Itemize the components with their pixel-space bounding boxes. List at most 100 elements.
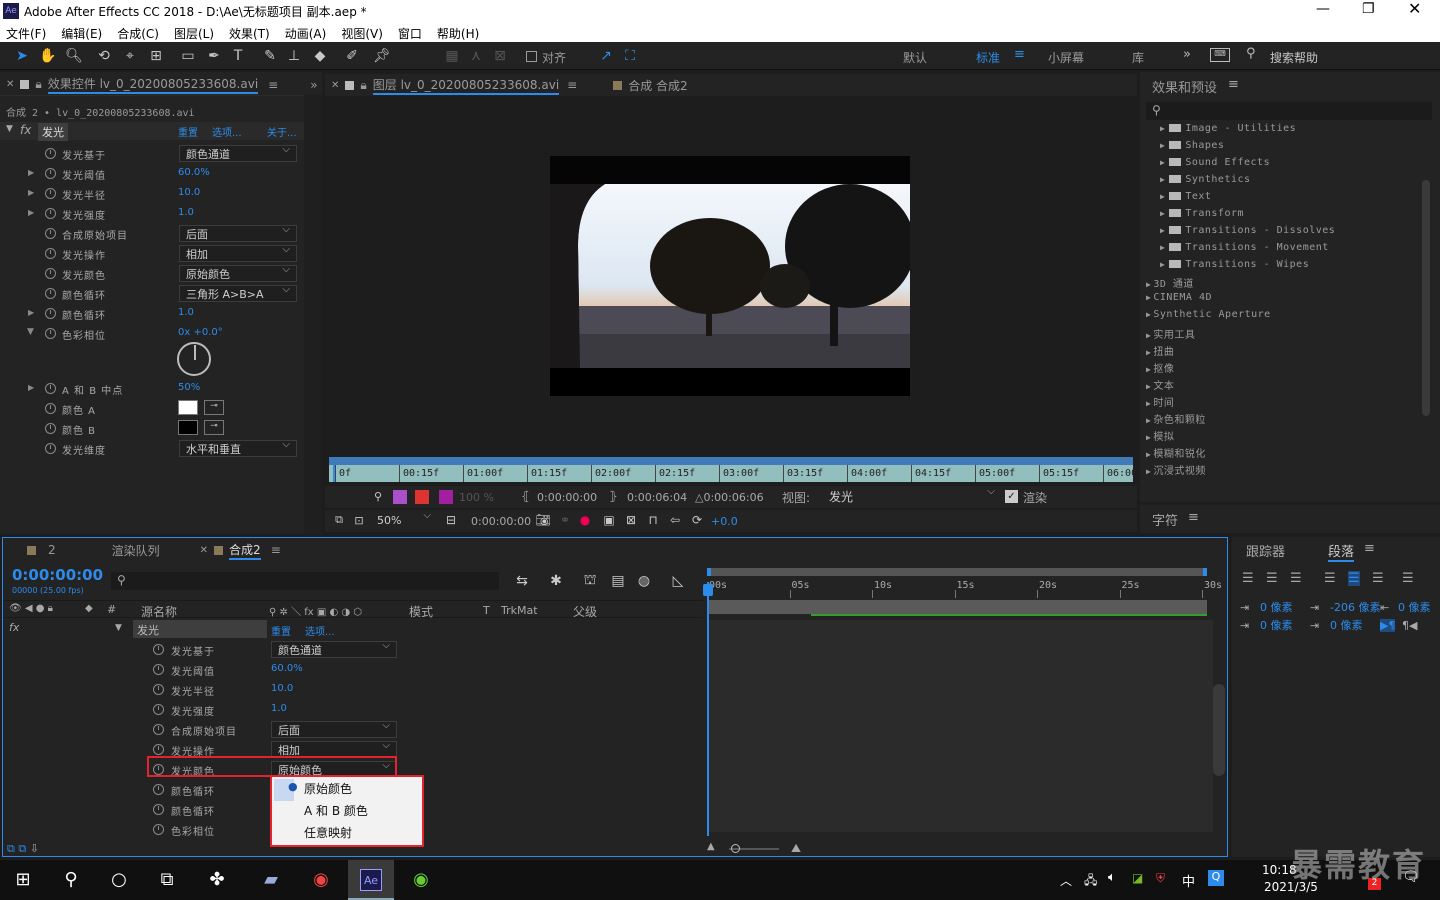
network-icon[interactable]: 🖧︎ (1084, 871, 1097, 892)
rtl-direction-icon[interactable]: ¶◀ (1402, 619, 1417, 632)
in-point[interactable]: 0:00:00:00 (537, 491, 597, 504)
region-icon[interactable]: ⊟ (443, 512, 459, 528)
eyedropper-icon[interactable]: ⊸ (204, 400, 224, 415)
tab-tracker[interactable]: 跟踪器 (1246, 541, 1285, 560)
zoom-out-icon[interactable]: ▲ (707, 841, 715, 852)
opacity-value[interactable]: 100 % (459, 491, 494, 504)
minimize-icon[interactable]: — (1316, 1, 1330, 17)
brush-tool-icon[interactable]: ✎ (260, 47, 280, 65)
fast-preview-icon[interactable]: ⟳ (689, 512, 705, 528)
pan-behind-tool-icon[interactable]: ⊞ (146, 47, 166, 65)
phase-dial[interactable] (177, 342, 211, 376)
effects-category[interactable]: ▶ 时间 (1146, 394, 1174, 409)
layer-lock-icon[interactable]: 🔒︎ (360, 78, 366, 93)
effects-subfolder[interactable]: ▶ Text (1160, 191, 1211, 202)
expand-panel-icon[interactable]: » (310, 78, 317, 92)
expanded-twirl-icon[interactable]: ▼ (27, 327, 37, 341)
draft-3d-toggle-icon[interactable]: ✱ (547, 572, 565, 590)
zoom-tool-icon[interactable]: 🔍︎ (64, 47, 84, 65)
av-features-icons[interactable]: 👁︎ ◀︎ ● 🔒︎ (9, 603, 53, 614)
indent-right-value[interactable]: 0 像素 (1398, 599, 1431, 615)
comp-tab[interactable]: 合成 合成2 (628, 77, 687, 94)
justify-last-left-icon[interactable]: ☰ (1324, 571, 1336, 586)
twirl-icon[interactable]: ▶ (28, 383, 34, 392)
align-left-icon[interactable]: ☰ (1242, 571, 1254, 586)
ec-prop-dropdown[interactable]: 后面 (179, 224, 297, 242)
hide-shy-icon[interactable]: ⛫ (581, 572, 599, 590)
ec-prop-value[interactable]: 0x +0.0° (178, 327, 223, 338)
indent-left-icon[interactable]: ⇥ (1240, 601, 1249, 614)
stopwatch-icon[interactable] (153, 644, 164, 655)
workspace-standard[interactable]: 标准 (976, 49, 1000, 66)
stopwatch-icon[interactable] (45, 403, 56, 414)
melon-app-icon[interactable]: ◉ (406, 864, 436, 894)
lock-icon[interactable]: 🔒︎ (35, 77, 41, 92)
menu-item-0[interactable]: 文件(F) (6, 25, 46, 42)
menu-item-2[interactable]: 合成(C) (117, 25, 159, 42)
security-icon[interactable]: ⛨ (1156, 871, 1165, 886)
justify-all-icon[interactable]: ☰ (1402, 571, 1414, 586)
layer-menu-icon[interactable]: ≡ (567, 78, 577, 92)
zoom-slider[interactable]: ▲ ⛰ (707, 841, 807, 856)
timeline-menu-icon[interactable]: ≡ (271, 543, 281, 557)
zoom-dropdown[interactable]: 50% (371, 510, 437, 529)
viewer-playhead[interactable] (333, 465, 335, 482)
timeline-options-link[interactable]: 选项... (305, 623, 335, 638)
color-swatch-icon[interactable] (439, 490, 453, 504)
ec-prop-value[interactable]: 10.0 (178, 187, 200, 198)
tab-comp-2[interactable]: 2 (48, 543, 56, 557)
selection-tool-icon[interactable]: ➤ (12, 47, 32, 65)
close-tab-icon[interactable]: ✕ (6, 79, 14, 90)
effects-category[interactable]: ▶ CINEMA 4D (1146, 292, 1212, 303)
comp-mini-flowchart-icon[interactable]: ⇆ (513, 572, 531, 590)
solo-icon[interactable] (393, 490, 407, 504)
rotate-tool-icon[interactable]: ⟲ (94, 47, 114, 65)
roto-brush-tool-icon[interactable]: ✐ (342, 47, 362, 65)
3d-view-icon[interactable]: ⊓ (645, 512, 661, 528)
channel-icon[interactable]: ● (577, 512, 593, 528)
mode-column[interactable]: 模式 (409, 603, 433, 620)
tab-comp2[interactable]: 合成2 (229, 541, 261, 560)
stopwatch-icon[interactable] (45, 248, 56, 259)
reset-link[interactable]: 重置 (178, 124, 198, 139)
camera-tool-icon[interactable]: ⌖ (120, 47, 140, 65)
tl-prop-dropdown[interactable]: 颜色通道 (271, 640, 397, 658)
more-workspaces-icon[interactable]: » (1183, 47, 1191, 62)
shy-icon[interactable] (415, 490, 429, 504)
justify-last-right-icon[interactable]: ☰ (1372, 571, 1384, 586)
timeline-effect-collapse-icon[interactable]: ▼ (115, 623, 122, 633)
tl-prop-dropdown[interactable]: 后面 (271, 720, 397, 738)
qq-icon[interactable]: Q (1208, 870, 1224, 886)
rectangle-tool-icon[interactable]: ▭ (178, 47, 198, 65)
stopwatch-icon[interactable] (45, 383, 56, 394)
draft-3d-icon[interactable]: ⚲ (371, 489, 385, 503)
notes-app-icon[interactable]: ▰ (256, 864, 286, 894)
twirl-icon[interactable]: ▶ (28, 168, 34, 177)
space-after-value[interactable]: 0 像素 (1330, 617, 1363, 633)
parent-column[interactable]: 父级 (573, 603, 597, 620)
effects-category[interactable]: ▶ 3D 通道 (1146, 275, 1194, 290)
snap-options-icon[interactable]: ↗ (596, 47, 616, 65)
ec-prop-value[interactable]: 1.0 (178, 307, 194, 318)
show-snapshot-icon[interactable]: ⚭ (557, 512, 573, 528)
hand-tool-icon[interactable]: ✋ (38, 47, 58, 65)
close-layer-tab-icon[interactable]: ✕ (331, 80, 339, 91)
collapse-icon[interactable]: ▼ (6, 124, 13, 134)
tl-prop-value[interactable]: 10.0 (271, 683, 293, 694)
zoom-in-icon[interactable]: ⛰ (791, 841, 801, 856)
stopwatch-icon[interactable] (153, 684, 164, 695)
effects-search-input[interactable]: ⚲ (1146, 102, 1432, 120)
stopwatch-icon[interactable] (45, 208, 56, 219)
effects-category[interactable]: ▶ 抠像 (1146, 360, 1174, 375)
ec-prop-dropdown[interactable]: 颜色通道 (179, 144, 297, 162)
stopwatch-icon[interactable] (153, 664, 164, 675)
effects-subfolder[interactable]: ▶ Image - Utilities (1160, 123, 1296, 134)
work-area-bar[interactable] (707, 600, 1207, 614)
stopwatch-icon[interactable] (153, 724, 164, 735)
out-point[interactable]: 0:00:06:04 (627, 491, 687, 504)
stopwatch-icon[interactable] (153, 804, 164, 815)
current-time[interactable]: 0:00:00:00 (471, 515, 531, 528)
search-icon[interactable]: ⚲ (1246, 46, 1256, 61)
menu-item-6[interactable]: 视图(V) (341, 25, 383, 42)
effects-subfolder[interactable]: ▶ Transitions - Wipes (1160, 259, 1309, 270)
